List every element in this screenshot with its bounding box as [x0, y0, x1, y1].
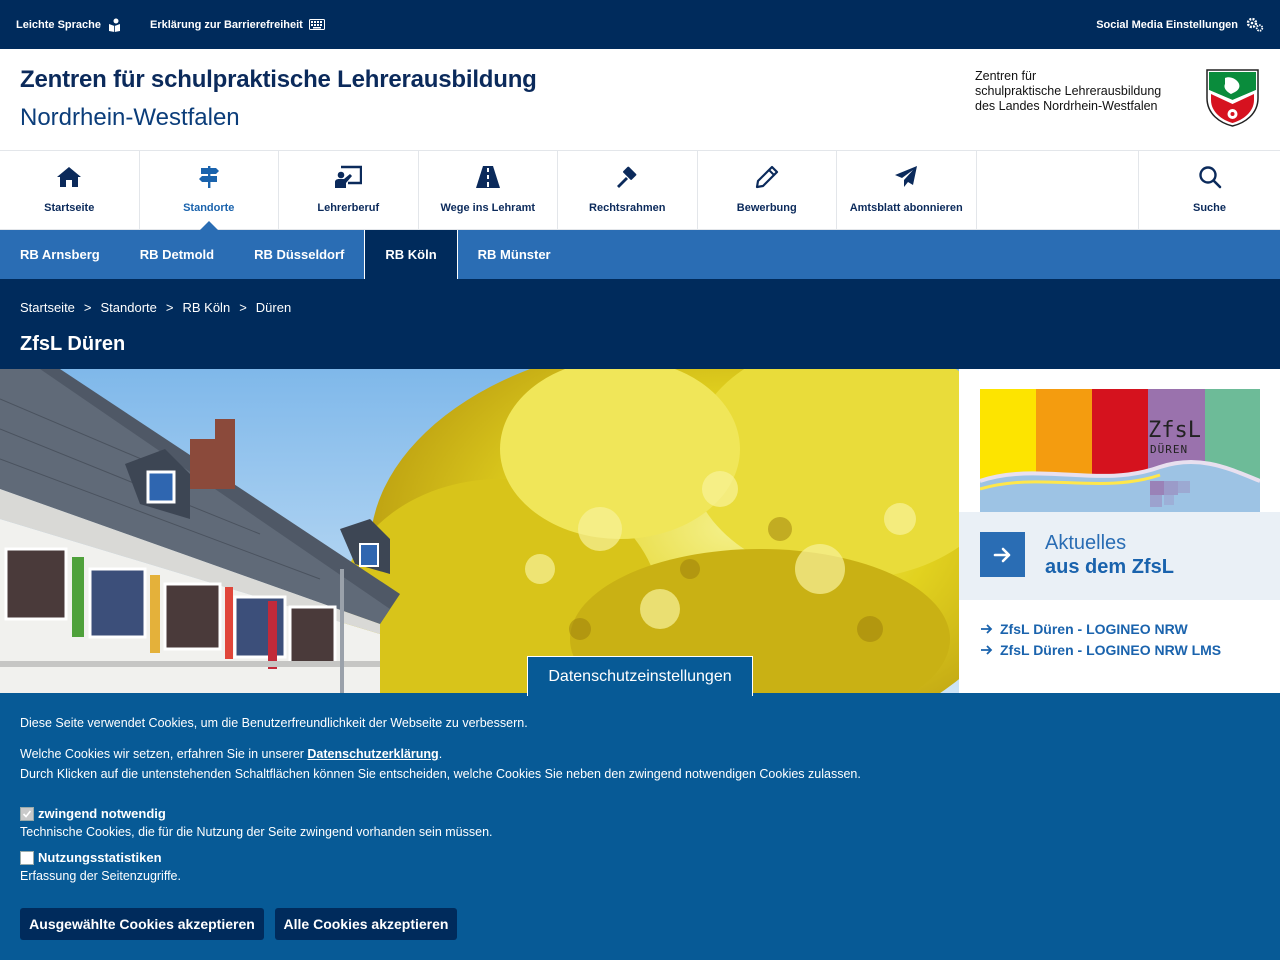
news-teaser[interactable]: Aktuelles aus dem ZfsL	[959, 512, 1280, 600]
logo-text-zfsl: ZfsL	[1148, 418, 1201, 443]
privacy-policy-link[interactable]: Datenschutzerklärung	[307, 747, 438, 761]
pencil-icon	[755, 165, 779, 194]
arrow-right-icon	[980, 623, 993, 635]
link-logineo-nrw-lms[interactable]: ZfsL Düren - LOGINEO NRW LMS	[980, 642, 1221, 658]
road-icon	[475, 165, 501, 194]
top-utility-bar: Leichte Sprache Erklärung zur Barrierefr…	[0, 0, 1280, 49]
cookie-privacy-text: Welche Cookies wir setzen, erfahren Sie …	[20, 747, 443, 761]
cookie-choice-text: Durch Klicken auf die untenstehenden Sch…	[20, 767, 861, 781]
required-cookies-label: zwingend notwendig	[38, 806, 166, 821]
easy-language-icon	[107, 18, 122, 32]
social-media-settings-link[interactable]: Social Media Einstellungen	[1096, 17, 1264, 32]
nav-item-rechtsrahmen[interactable]: Rechtsrahmen	[558, 151, 698, 229]
accessibility-label: Erklärung zur Barrierefreiheit	[149, 18, 303, 31]
nav-item-lehrerberuf[interactable]: Lehrerberuf	[279, 151, 419, 229]
arrow-right-icon	[980, 644, 993, 656]
arrow-right-icon[interactable]	[980, 532, 1025, 577]
site-subtitle[interactable]: Nordrhein-Westfalen	[20, 104, 240, 132]
nav-item-amtsblatt[interactable]: Amtsblatt abonnieren	[837, 151, 977, 229]
home-icon	[56, 165, 82, 194]
breadcrumb-separator: >	[165, 300, 174, 315]
news-heading-line1: Aktuelles	[1045, 532, 1127, 554]
gavel-icon	[615, 165, 639, 194]
hero-image-building-autumn-tree	[0, 369, 959, 699]
breadcrumb-item[interactable]: Standorte	[101, 300, 157, 315]
subnav-item-arnsberg[interactable]: RB Arnsberg	[0, 230, 120, 279]
paper-plane-icon	[894, 165, 918, 194]
sidebar: ZfsL DÜREN Aktuelles aus dem ZfsL ZfsL D…	[959, 369, 1280, 699]
news-heading-line2: aus dem ZfsL	[1045, 556, 1174, 578]
cookie-option-statistics: Nutzungsstatistiken	[20, 850, 162, 865]
teacher-board-icon	[334, 165, 363, 194]
subnav-item-detmold[interactable]: RB Detmold	[120, 230, 234, 279]
zfsl-dueren-logo[interactable]: ZfsL DÜREN	[980, 389, 1260, 512]
search-icon	[1198, 165, 1222, 194]
nav-item-wege-ins-lehramt[interactable]: Wege ins Lehramt	[419, 151, 558, 229]
keyboard-icon	[308, 19, 325, 30]
page-heading-band: Startseite > Standorte > RB Köln > Düren…	[0, 279, 1280, 369]
accessibility-statement-link[interactable]: Erklärung zur Barrierefreiheit	[150, 19, 325, 31]
signpost-icon	[197, 165, 221, 194]
statistics-cookies-checkbox[interactable]	[20, 850, 34, 865]
state-logo-text[interactable]: Zentren für schulpraktische Lehrerausbil…	[975, 69, 1161, 114]
page-title: ZfsL Düren	[20, 333, 126, 355]
required-cookies-checkbox	[20, 806, 34, 821]
site-header: Zentren für schulpraktische Lehrerausbil…	[0, 49, 1280, 151]
region-subnav: RB Arnsberg RB Detmold RB Düsseldorf RB …	[0, 230, 1280, 279]
breadcrumb: Startseite > Standorte > RB Köln > Düren	[20, 300, 291, 315]
nav-item-standorte[interactable]: Standorte	[140, 151, 279, 230]
statistics-cookies-label[interactable]: Nutzungsstatistiken	[38, 850, 162, 865]
sidebar-links: ZfsL Düren - LOGINEO NRW ZfsL Düren - LO…	[980, 621, 1221, 663]
nrw-coat-of-arms-icon[interactable]	[1205, 68, 1260, 128]
statistics-cookies-description: Erfassung der Seitenzugriffe.	[20, 869, 181, 883]
site-title[interactable]: Zentren für schulpraktische Lehrerausbil…	[20, 66, 537, 94]
cookie-intro-text: Diese Seite verwendet Cookies, um die Be…	[20, 716, 528, 730]
breadcrumb-separator: >	[239, 300, 247, 315]
nav-item-bewerbung[interactable]: Bewerbung	[698, 151, 837, 229]
subnav-item-duesseldorf[interactable]: RB Düsseldorf	[234, 230, 364, 279]
privacy-settings-tab[interactable]: Datenschutzeinstellungen	[527, 656, 753, 696]
breadcrumb-separator: >	[83, 300, 92, 315]
accept-all-cookies-button[interactable]: Alle Cookies akzeptieren	[275, 908, 457, 940]
cookie-option-required: zwingend notwendig	[20, 806, 166, 821]
accept-selected-cookies-button[interactable]: Ausgewählte Cookies akzeptieren	[20, 908, 264, 940]
breadcrumb-item[interactable]: Startseite	[20, 300, 75, 315]
main-navigation: Startseite Standorte Lehrerberuf Wege in…	[0, 151, 1280, 230]
required-cookies-description: Technische Cookies, die für die Nutzung …	[20, 825, 493, 839]
easy-language-link[interactable]: Leichte Sprache	[16, 18, 122, 32]
gears-icon	[1246, 17, 1264, 32]
logo-text-dueren: DÜREN	[1150, 443, 1188, 456]
subnav-item-koeln[interactable]: RB Köln	[364, 230, 458, 279]
easy-language-label: Leichte Sprache	[16, 18, 101, 31]
link-logineo-nrw[interactable]: ZfsL Düren - LOGINEO NRW	[980, 621, 1221, 637]
nav-item-startseite[interactable]: Startseite	[0, 151, 140, 229]
nav-item-suche[interactable]: Suche	[1139, 151, 1280, 229]
social-media-label: Social Media Einstellungen	[1096, 18, 1238, 31]
subnav-item-muenster[interactable]: RB Münster	[458, 230, 571, 279]
cookie-consent-banner: Diese Seite verwendet Cookies, um die Be…	[0, 693, 1280, 960]
breadcrumb-current: Düren	[255, 300, 292, 315]
breadcrumb-item[interactable]: RB Köln	[182, 300, 230, 315]
